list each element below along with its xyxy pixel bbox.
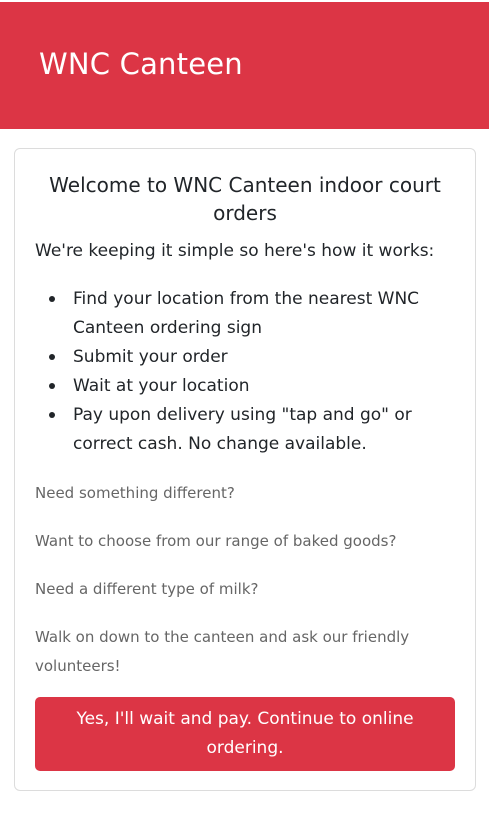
continue-to-ordering-button[interactable]: Yes, I'll wait and pay. Continue to onli… [35, 697, 455, 771]
card-title: Welcome to WNC Canteen indoor court orde… [49, 173, 441, 225]
bullet-icon [49, 296, 55, 302]
bullet-icon [49, 383, 55, 389]
how-it-works-list: Find your location from the nearest WNC … [35, 285, 435, 459]
list-item: Find your location from the nearest WNC … [35, 285, 435, 343]
welcome-card: Welcome to WNC Canteen indoor court orde… [14, 148, 476, 791]
list-item-text: Pay upon delivery using "tap and go" or … [73, 405, 412, 454]
bullet-icon [49, 354, 55, 360]
list-item: Pay upon delivery using "tap and go" or … [35, 401, 435, 459]
note-milk: Need a different type of milk? [35, 580, 259, 598]
list-item: Submit your order [35, 343, 435, 372]
list-item-text: Find your location from the nearest WNC … [73, 289, 420, 338]
note-baked-goods: Want to choose from our range of baked g… [35, 532, 397, 550]
note-walk-down: Walk on down to the canteen and ask our … [35, 628, 410, 675]
note-something-different: Need something different? [35, 484, 235, 502]
list-item-text: Wait at your location [73, 376, 250, 396]
bullet-icon [49, 412, 55, 418]
app-title: WNC Canteen [39, 47, 243, 81]
app-header: WNC Canteen [0, 2, 489, 129]
list-item: Wait at your location [35, 372, 435, 401]
list-item-text: Submit your order [73, 347, 228, 367]
intro-text: We're keeping it simple so here's how it… [35, 241, 435, 261]
